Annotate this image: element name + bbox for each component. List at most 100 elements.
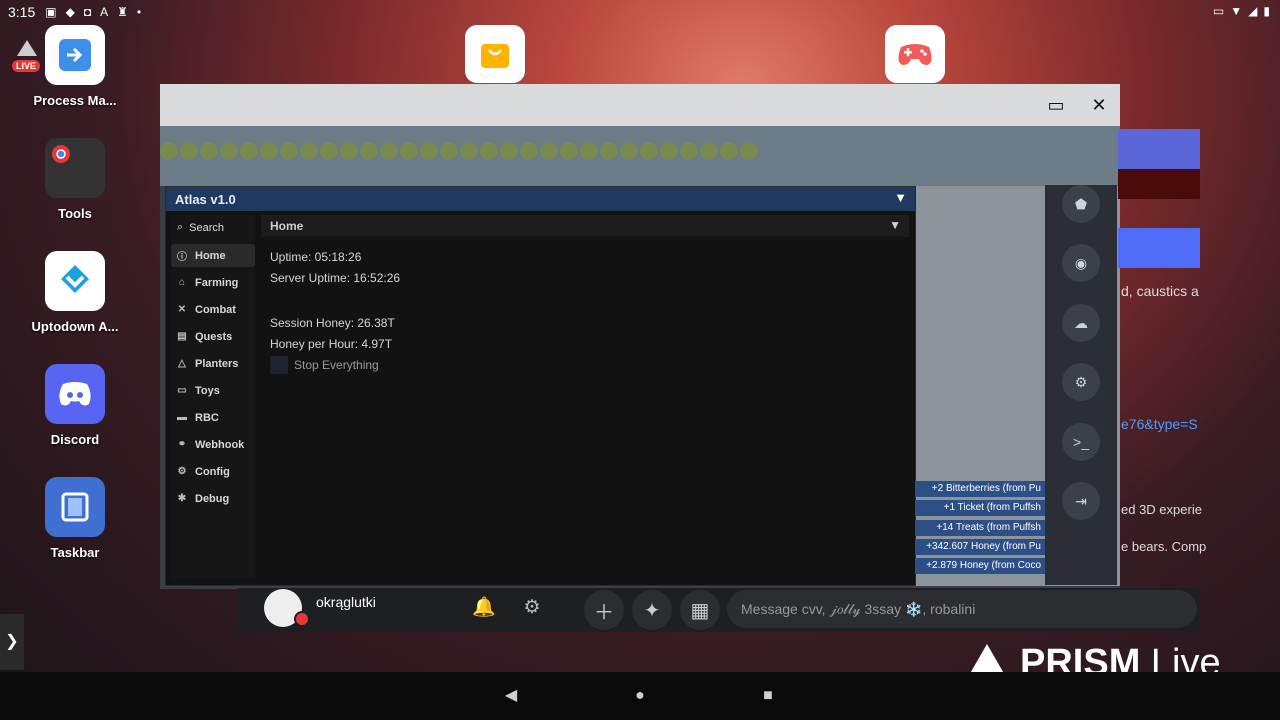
discord-icon: [45, 364, 105, 424]
uptime-text: Uptime: 05:18:26: [270, 250, 362, 264]
nav-item-planters[interactable]: △ Planters: [171, 352, 255, 375]
gift-button[interactable]: ▦: [680, 590, 720, 630]
exit-icon[interactable]: ⇥: [1062, 482, 1100, 520]
collapse-icon[interactable]: ▼: [894, 190, 907, 205]
hd-icon: ▣: [45, 5, 57, 19]
cast-icon: ▭: [1212, 4, 1225, 18]
add-attachment-button[interactable]: ＋: [584, 590, 624, 630]
notification-item: +2 Bitterberries (from Pu: [915, 481, 1045, 497]
terminal-icon[interactable]: >_: [1062, 423, 1100, 461]
notification-item: +1 Ticket (from Puffsh: [915, 500, 1045, 516]
wifi-icon: ▼: [1230, 4, 1243, 18]
session-honey-text: Session Honey: 26.38T: [270, 316, 395, 330]
nav-label: Combat: [195, 303, 236, 316]
game-app-button[interactable]: [885, 25, 945, 83]
game-buff-strip: [160, 142, 780, 164]
atlas-content: Home ▼ Uptime: 05:18:26 Server Uptime: 1…: [261, 215, 909, 579]
username[interactable]: okrąglutki: [316, 594, 376, 610]
window-titlebar[interactable]: ▭ ✕: [160, 84, 1120, 126]
stop-everything-toggle[interactable]: Stop Everything: [270, 356, 379, 374]
discord-bottom-bar: okrąglutki 🔔 ⚙ ＋ ✦ ▦ Message cvv, 𝒿𝑜𝓁𝓁𝓎 …: [238, 588, 1200, 632]
desktop-icon-label: Process Ma...: [33, 93, 117, 108]
background-button: [1118, 228, 1200, 268]
uptodown-icon: [45, 251, 105, 311]
desktop-icon-taskbar[interactable]: Taskbar: [20, 477, 130, 560]
nav-label: RBC: [195, 411, 219, 424]
quest-icon: ▤: [177, 331, 187, 342]
nav-label: Debug: [195, 492, 230, 505]
notification-item: +2.879 Honey (from Coco: [915, 558, 1045, 574]
nav-label: Toys: [195, 384, 220, 397]
stop-everything-label: Stop Everything: [294, 358, 379, 372]
cloud-icon[interactable]: ☁: [1062, 304, 1100, 342]
search-button[interactable]: ⌕ Search: [171, 215, 255, 240]
gamepad-icon[interactable]: ◉: [1062, 244, 1100, 282]
gear-icon[interactable]: ⚙: [1062, 363, 1100, 401]
background-panel: [1118, 169, 1200, 199]
stop-everything-checkbox[interactable]: [270, 356, 288, 374]
background-link[interactable]: e76&type=S: [1121, 416, 1198, 432]
desktop-icon-discord[interactable]: Discord: [20, 364, 130, 447]
status-bar: 3:15 ▣ ◆ ◘ A ♜ • ▭ ▼ ◢ ▮: [0, 0, 1280, 24]
background-text: ed 3D experie: [1121, 502, 1202, 517]
desktop-icon-label: Taskbar: [50, 545, 100, 560]
status-badge: [294, 611, 310, 627]
search-label: Search: [189, 221, 225, 234]
desktop-icon-label: Tools: [58, 206, 92, 221]
desktop-icon-process-manager[interactable]: Process Ma...: [20, 25, 130, 108]
desktop-icon-tools[interactable]: Tools: [20, 138, 130, 221]
notification-item: +342.607 Honey (from Pu: [915, 539, 1045, 555]
collapse-icon[interactable]: ▼: [889, 218, 901, 232]
background-text: e bears. Comp: [1121, 539, 1207, 554]
atlas-title: Atlas v1.0: [175, 191, 236, 207]
close-button[interactable]: ✕: [1087, 93, 1111, 117]
home-button-icon[interactable]: ●: [630, 686, 650, 706]
desktop-icon-uptodown[interactable]: Uptodown A...: [20, 251, 130, 334]
recents-icon[interactable]: ■: [758, 686, 778, 706]
usb-icon: ♜: [117, 5, 128, 19]
nav-item-combat[interactable]: ✕ Combat: [171, 298, 255, 321]
nav-item-debug[interactable]: ✱ Debug: [171, 487, 255, 510]
swords-icon: ✕: [177, 304, 187, 315]
toy-icon: ▭: [177, 385, 187, 396]
debug-icon: ✱: [177, 493, 187, 504]
nav-label: Farming: [195, 276, 239, 289]
chevron-right-icon[interactable]: ❯: [0, 614, 24, 670]
maximize-button[interactable]: ▭: [1044, 93, 1068, 117]
planter-icon: △: [178, 358, 186, 369]
message-input[interactable]: Message cvv, 𝒿𝑜𝓁𝓁𝓎 3ssay ❄️, robalini: [727, 590, 1197, 628]
back-icon[interactable]: ◀: [501, 686, 521, 706]
gear-icon[interactable]: ⚙: [520, 596, 544, 620]
atlas-header[interactable]: Atlas v1.0 ▼: [166, 187, 915, 211]
config-icon: ⚙: [177, 466, 187, 477]
taskbar-icon: [45, 477, 105, 537]
nav-item-toys[interactable]: ▭ Toys: [171, 379, 255, 402]
gamepad-icon: [898, 44, 932, 65]
nav-label: Planters: [195, 357, 239, 370]
nav-item-farming[interactable]: ⌂ Farming: [171, 271, 255, 294]
desktop-icon-label: Discord: [50, 432, 100, 447]
atlas-sidebar: ⌕ Search ⓘ Home ⌂ Farming ✕ Combat ▤ Quests …: [171, 215, 255, 579]
section-header[interactable]: Home ▼: [261, 215, 909, 237]
nav-item-quests[interactable]: ▤ Quests: [171, 325, 255, 348]
shop-app-button[interactable]: [465, 25, 525, 83]
honey-per-hour-text: Honey per Hour: 4.97T: [270, 337, 393, 351]
background-text: d, caustics a: [1121, 283, 1199, 299]
atlas-panel: Atlas v1.0 ▼ ⌕ Search ⓘ Home ⌂ Farming ✕ Co…: [165, 186, 916, 586]
notification-item: +14 Treats (from Puffsh: [915, 520, 1045, 536]
home-icon: ⌂: [178, 277, 186, 288]
home-icon[interactable]: ⬟: [1062, 185, 1100, 223]
process-manager-icon: [45, 25, 105, 85]
shopping-bag-icon: [481, 44, 509, 68]
apps-button[interactable]: ✦: [632, 590, 672, 630]
bell-icon[interactable]: 🔔: [472, 596, 496, 620]
nav-item-config[interactable]: ⚙ Config: [171, 460, 255, 483]
nav-item-rbc[interactable]: ▬ RBC: [171, 406, 255, 429]
search-icon: ⌕: [177, 221, 184, 233]
nav-label: Config: [195, 465, 230, 478]
side-toolbar: ⬟ ◉ ☁ ⚙ >_ ⇥: [1045, 185, 1117, 585]
clock: 3:15: [8, 4, 36, 20]
signal-icon: ◢: [1248, 4, 1258, 18]
nav-item-webhook[interactable]: ⚭ Webhook: [171, 433, 255, 456]
nav-item-home[interactable]: ⓘ Home: [171, 244, 255, 267]
